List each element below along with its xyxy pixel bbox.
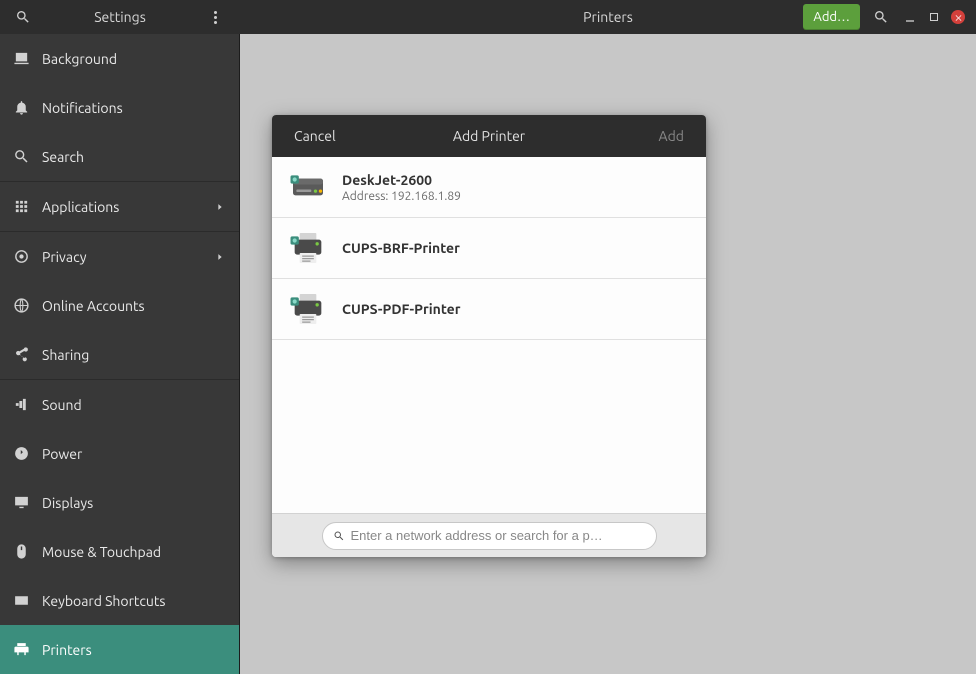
chevron-right-icon	[215, 199, 225, 215]
window-close[interactable]	[946, 0, 970, 34]
printer-row[interactable]: DeskJet-2600 Address: 192.168.1.89	[272, 157, 706, 218]
add-printer-dialog: Cancel Add Printer Add DeskJet-2600 Addre…	[272, 115, 706, 557]
power-icon	[12, 445, 30, 463]
search-icon	[333, 530, 345, 542]
dialog-footer	[272, 513, 706, 557]
menu-button[interactable]	[198, 0, 232, 34]
printers-icon	[12, 641, 30, 659]
sidebar-item-label: Applications	[42, 199, 119, 215]
add-printer-button[interactable]: Add…	[803, 4, 860, 30]
printer-name: CUPS-BRF-Printer	[342, 240, 460, 256]
sidebar-item-label: Mouse & Touchpad	[42, 544, 161, 560]
printer-row[interactable]: CUPS-PDF-Printer	[272, 279, 706, 340]
header-right: Printers Add…	[240, 0, 976, 34]
sidebar-item-displays[interactable]: Displays	[0, 478, 239, 527]
search-icon	[12, 148, 30, 166]
header-right-buttons: Add…	[803, 0, 976, 34]
sidebar[interactable]: Background Notifications Search Application…	[0, 34, 240, 674]
settings-search-button[interactable]	[6, 0, 40, 34]
sidebar-item-power[interactable]: Power	[0, 429, 239, 478]
sidebar-item-privacy[interactable]: Privacy	[0, 232, 239, 281]
sidebar-item-applications[interactable]: Applications	[0, 182, 239, 231]
dialog-header: Cancel Add Printer Add	[272, 115, 706, 157]
window-maximize[interactable]	[922, 0, 946, 34]
sidebar-item-keyboard[interactable]: Keyboard Shortcuts	[0, 576, 239, 625]
chevron-right-icon	[215, 249, 225, 265]
notifications-icon	[12, 99, 30, 117]
maximize-icon	[928, 11, 940, 23]
sound-icon	[12, 396, 30, 414]
printer-icon	[288, 289, 328, 329]
printer-name: DeskJet-2600	[342, 172, 461, 188]
printer-list[interactable]: DeskJet-2600 Address: 192.168.1.89 CUPS-BR…	[272, 157, 706, 513]
sidebar-item-search[interactable]: Search	[0, 132, 239, 181]
search-input[interactable]	[351, 528, 646, 543]
printer-row[interactable]: CUPS-BRF-Printer	[272, 218, 706, 279]
sharing-icon	[12, 346, 30, 364]
sidebar-item-label: Background	[42, 51, 117, 67]
sidebar-item-label: Sound	[42, 397, 82, 413]
header-left: Settings	[0, 0, 240, 34]
sidebar-item-notifications[interactable]: Notifications	[0, 83, 239, 132]
sidebar-item-sound[interactable]: Sound	[0, 380, 239, 429]
window-minimize[interactable]	[898, 0, 922, 34]
sidebar-item-label: Search	[42, 149, 84, 165]
displays-icon	[12, 494, 30, 512]
search-field-container[interactable]	[322, 522, 657, 550]
search-icon	[873, 9, 889, 25]
printer-name: CUPS-PDF-Printer	[342, 301, 460, 317]
minimize-icon	[902, 9, 918, 25]
background-icon	[12, 50, 30, 68]
sidebar-item-mouse[interactable]: Mouse & Touchpad	[0, 527, 239, 576]
sidebar-item-label: Keyboard Shortcuts	[42, 593, 165, 609]
sidebar-item-online-accounts[interactable]: Online Accounts	[0, 281, 239, 330]
dialog-add-button: Add	[637, 115, 706, 157]
privacy-icon	[12, 248, 30, 266]
mouse-icon	[12, 543, 30, 561]
sidebar-item-label: Power	[42, 446, 82, 462]
close-icon	[951, 10, 965, 24]
sidebar-item-sharing[interactable]: Sharing	[0, 330, 239, 379]
printer-info: CUPS-BRF-Printer	[342, 240, 460, 256]
sidebar-item-printers[interactable]: Printers	[0, 625, 239, 674]
sidebar-item-label: Notifications	[42, 100, 123, 116]
sidebar-item-label: Displays	[42, 495, 93, 511]
sidebar-item-label: Printers	[42, 642, 92, 658]
sidebar-item-label: Online Accounts	[42, 298, 145, 314]
applications-icon	[12, 198, 30, 216]
header-bar: Settings Printers Add…	[0, 0, 976, 34]
printer-info: CUPS-PDF-Printer	[342, 301, 460, 317]
pane-search-button[interactable]	[864, 0, 898, 34]
kebab-icon	[214, 10, 217, 25]
printer-icon	[288, 228, 328, 268]
online-accounts-icon	[12, 297, 30, 315]
cancel-button[interactable]: Cancel	[272, 115, 358, 157]
printer-info: DeskJet-2600 Address: 192.168.1.89	[342, 172, 461, 203]
keyboard-icon	[12, 592, 30, 610]
sidebar-item-label: Sharing	[42, 347, 89, 363]
sidebar-item-label: Privacy	[42, 249, 86, 265]
printer-address: Address: 192.168.1.89	[342, 190, 461, 203]
sidebar-item-background[interactable]: Background	[0, 34, 239, 83]
search-icon	[15, 9, 31, 25]
printer-icon	[288, 167, 328, 207]
